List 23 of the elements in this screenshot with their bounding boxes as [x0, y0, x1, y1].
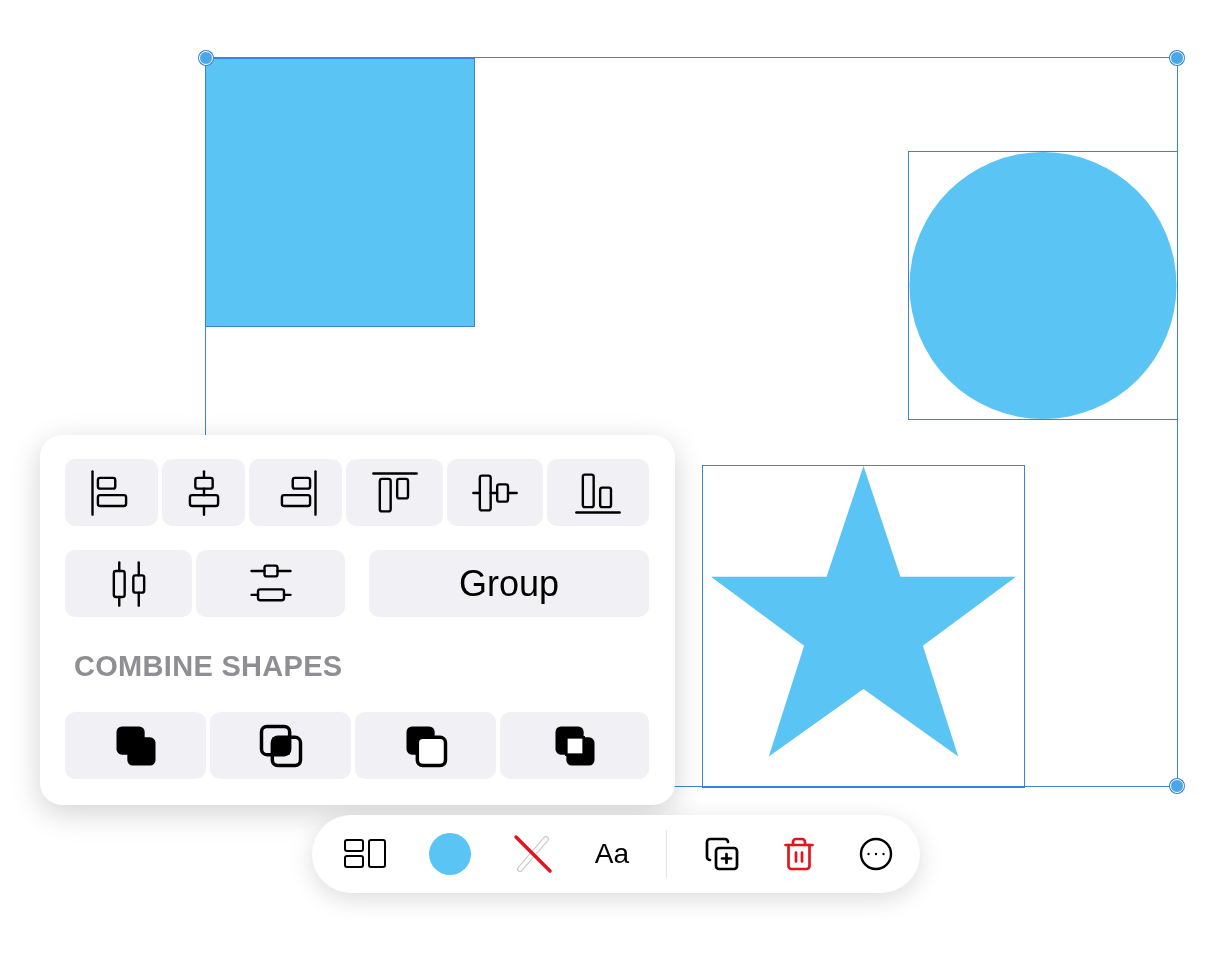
- section-title: COMBINE SHAPES: [74, 650, 344, 684]
- arrange-icon: [344, 839, 388, 869]
- align-bottom-button[interactable]: [547, 459, 649, 526]
- align-center-button[interactable]: [162, 459, 245, 526]
- subtract-button[interactable]: [355, 712, 496, 779]
- selection-handle[interactable]: [1170, 779, 1184, 793]
- union-button[interactable]: [65, 712, 206, 779]
- duplicate-icon: [704, 836, 740, 872]
- align-right-button[interactable]: [249, 459, 342, 526]
- align-left-button[interactable]: [65, 459, 158, 526]
- distribute-horizontal-button[interactable]: [65, 550, 192, 617]
- color-swatch: [428, 833, 471, 875]
- selection-handle[interactable]: [1170, 51, 1184, 65]
- intersect-button[interactable]: [210, 712, 351, 779]
- align-middle-button[interactable]: [447, 459, 543, 526]
- text-style-button[interactable]: Aa: [590, 834, 634, 874]
- distribute-vertical-button[interactable]: [196, 550, 345, 617]
- selection-handle[interactable]: [199, 51, 213, 65]
- more-icon: [857, 836, 894, 872]
- group-button[interactable]: Group: [369, 550, 649, 617]
- align-top-button[interactable]: [346, 459, 443, 526]
- no-stroke-icon: [511, 833, 554, 875]
- exclude-button[interactable]: [500, 712, 649, 779]
